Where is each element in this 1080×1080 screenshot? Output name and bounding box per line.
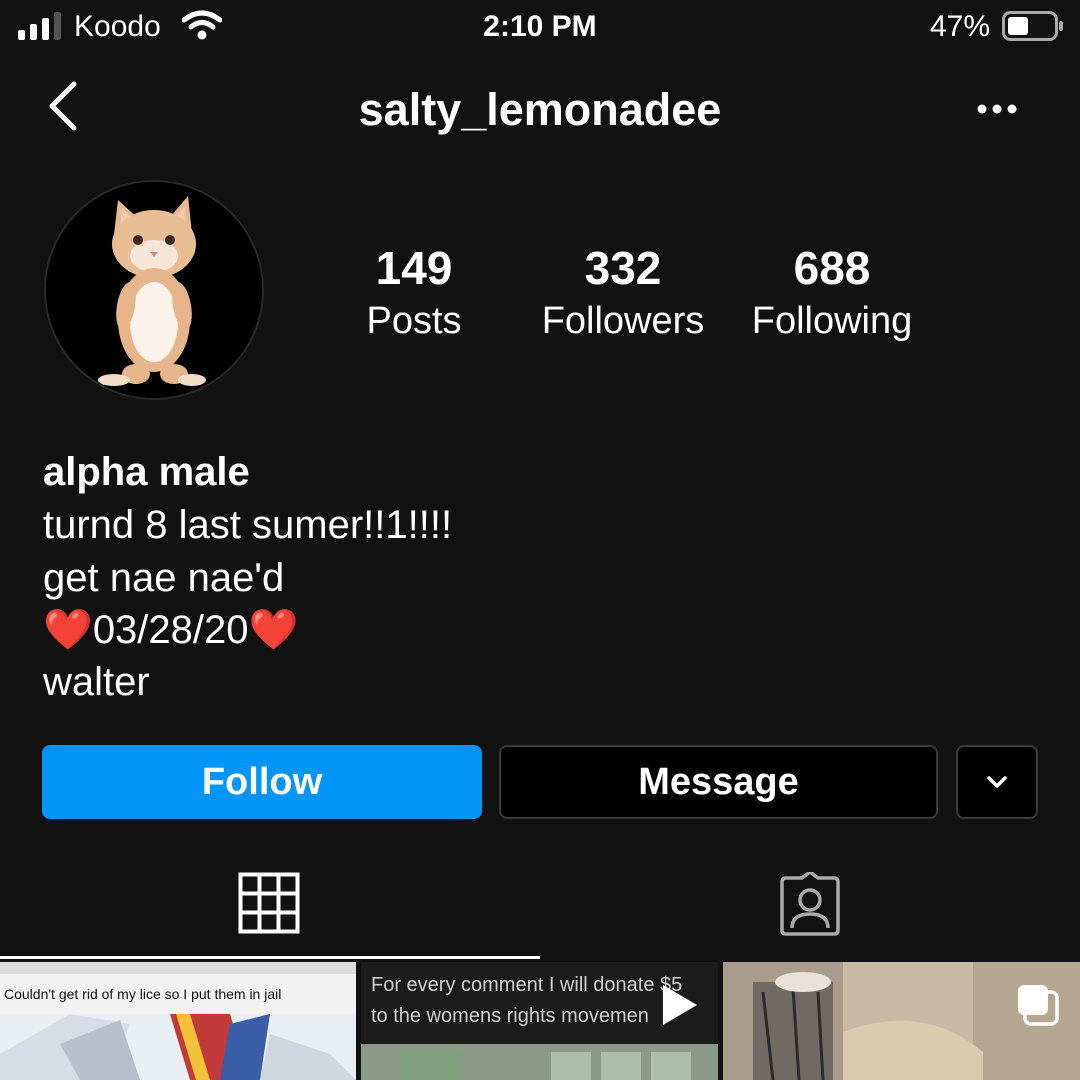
stat-following-count: 688: [793, 242, 871, 294]
chevron-down-icon: [987, 776, 1007, 788]
post-1-image: [0, 1014, 356, 1080]
stat-followers-count: 332: [584, 242, 662, 294]
status-bar: Koodo 2:10 PM 47%: [0, 0, 1080, 54]
post-thumbnail-3[interactable]: [723, 962, 1080, 1080]
carousel-icon: [1018, 985, 1059, 1026]
stat-following-label: Following: [751, 300, 913, 342]
tagged-person-icon: [780, 870, 840, 936]
heart-emoji-left: ❤️: [43, 608, 93, 652]
battery-percent: 47%: [930, 10, 991, 43]
more-options-icon[interactable]: [976, 102, 1020, 116]
stat-posts-count: 149: [375, 242, 453, 294]
tab-grid[interactable]: [238, 872, 300, 934]
bio-line-1: turnd 8 last sumer!!1!!!!: [43, 503, 453, 547]
active-tab-indicator: [0, 956, 540, 959]
play-icon: [663, 985, 697, 1025]
bio-display-name: alpha male: [43, 450, 250, 494]
follow-button[interactable]: Follow: [42, 745, 482, 819]
post-thumbnail-1[interactable]: Couldn't get rid of my lice so I put the…: [0, 962, 356, 1080]
post-2-image: [361, 1044, 718, 1080]
bio-date: 03/28/20: [92, 608, 249, 652]
bio-line-2: get nae nae'd: [43, 556, 285, 600]
stat-followers-label: Followers: [541, 300, 705, 342]
bio-line-3: ❤️03/28/20❤️: [43, 605, 298, 655]
profile-username: salty_lemonadee: [358, 84, 722, 135]
heart-emoji-right: ❤️: [248, 608, 299, 652]
suggested-dropdown-button[interactable]: [956, 745, 1038, 819]
status-time: 2:10 PM: [483, 10, 597, 43]
post-2-caption-line-1: For every comment I will donate $5: [371, 974, 683, 996]
tab-tagged[interactable]: [778, 870, 842, 936]
post-1-caption: Couldn't get rid of my lice so I put the…: [4, 986, 282, 1002]
message-button[interactable]: Message: [499, 745, 938, 819]
bio-line-4: walter: [43, 660, 150, 704]
post-2-caption: For every comment I will donate $5 to th…: [371, 970, 682, 1032]
cat-avatar-image: [46, 182, 262, 398]
stat-posts-label: Posts: [366, 300, 462, 342]
profile-avatar[interactable]: [44, 180, 264, 400]
stat-posts[interactable]: 149 Posts: [314, 240, 514, 346]
post-2-caption-line-2: to the womens rights movemen: [371, 1005, 649, 1027]
grid-icon: [238, 872, 300, 934]
stat-following[interactable]: 688 Following: [732, 240, 932, 346]
post-thumbnail-2[interactable]: For every comment I will donate $5 to th…: [361, 962, 718, 1080]
battery-icon: [1002, 11, 1063, 41]
stat-followers[interactable]: 332 Followers: [523, 240, 723, 346]
